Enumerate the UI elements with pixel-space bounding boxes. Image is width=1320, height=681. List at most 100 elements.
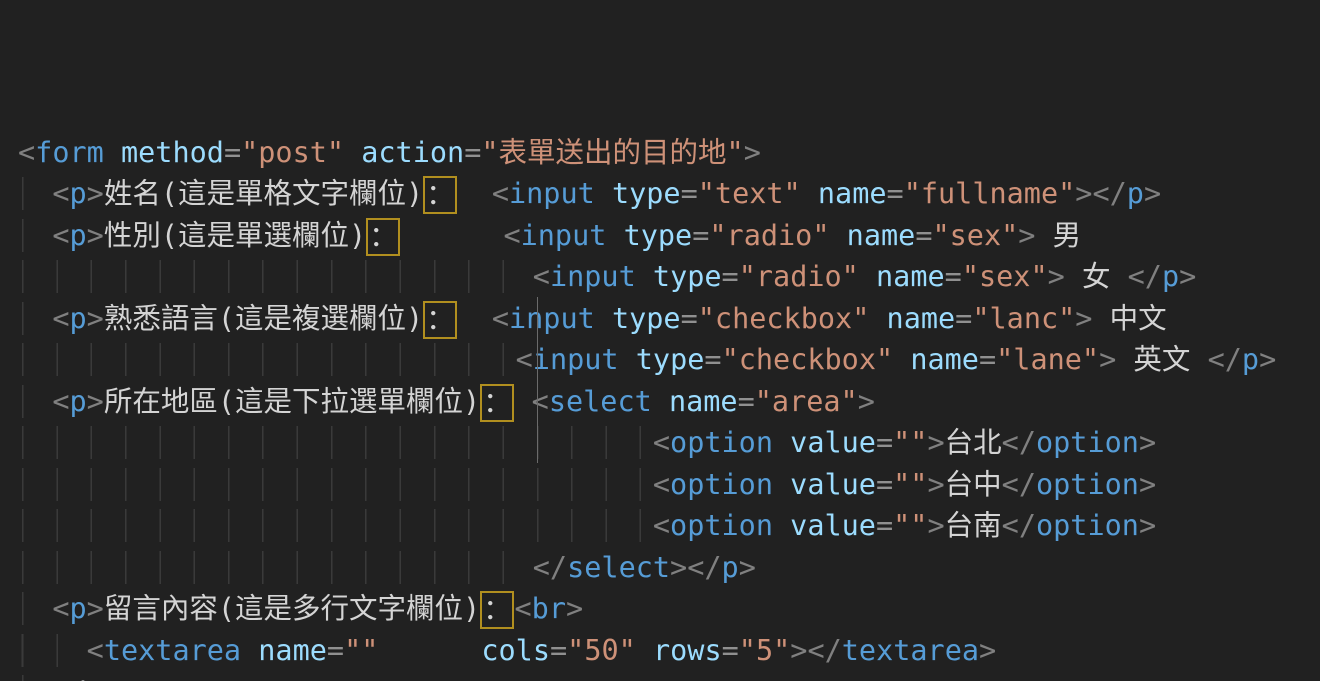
code-line-3[interactable]: <p>性別(這是單選欄位)： <input type="radio" name=… — [18, 215, 1320, 257]
code-token-punctuation: > — [1099, 343, 1116, 376]
code-token-punctuation: ></ — [1075, 177, 1126, 210]
leading-whitespace-indent-guides — [18, 219, 52, 252]
code-token-space — [773, 468, 790, 501]
code-token-punctuation: > — [1144, 177, 1161, 210]
code-token-attribute-name: name — [818, 177, 887, 210]
code-token-attribute-name: type — [624, 219, 693, 252]
code-token-equals: = — [464, 136, 481, 169]
code-line-5[interactable]: <p>熟悉語言(這是複選欄位)： <input type="checkbox" … — [18, 298, 1320, 340]
code-token-tag-name: p — [722, 551, 739, 584]
code-token-equals: = — [955, 302, 972, 335]
code-token-tag-name: option — [1036, 426, 1139, 459]
code-token-punctuation: </ — [1002, 468, 1036, 501]
code-token-space — [893, 343, 910, 376]
code-token-equals: = — [915, 219, 932, 252]
code-token-tag-name: form — [35, 136, 104, 169]
code-token-string: "" — [893, 468, 927, 501]
code-token-attribute-name: value — [790, 468, 876, 501]
leading-whitespace-indent-guides — [18, 302, 52, 335]
code-line-8[interactable]: <option value="">台北</option> — [18, 422, 1320, 464]
code-token-punctuation: </ — [1002, 426, 1036, 459]
code-token-punctuation: > — [1139, 509, 1156, 542]
code-token-text-content: 台北 — [945, 426, 1002, 459]
code-token-space — [606, 219, 623, 252]
code-line-6[interactable]: <input type="checkbox" name="lane"> 英文 <… — [18, 339, 1320, 381]
code-token-text-content: 熟悉語言(這是複選欄位) — [104, 302, 423, 335]
code-token-tag-name: option — [1036, 509, 1139, 542]
code-token-text-content: 英文 — [1116, 343, 1207, 376]
code-token-punctuation: > — [1048, 260, 1065, 293]
code-line-4[interactable]: <input type="radio" name="sex"> 女 </p> — [18, 256, 1320, 298]
code-token-punctuation: > — [858, 385, 875, 418]
unicode-highlight-box: ： — [480, 384, 514, 422]
code-editor[interactable]: <form method="post" action="表單送出的目的地"> <… — [0, 0, 1320, 681]
code-line-11[interactable]: </select></p> — [18, 547, 1320, 589]
code-token-tag-name: p — [70, 592, 87, 625]
leading-whitespace-indent-guides — [18, 509, 653, 542]
code-token-space — [241, 634, 258, 667]
code-lines-container: <form method="post" action="表單送出的目的地"> <… — [18, 132, 1320, 681]
code-token-space — [595, 302, 612, 335]
code-token-punctuation: > — [1075, 302, 1092, 335]
code-token-punctuation: > — [566, 592, 583, 625]
code-line-9[interactable]: <option value="">台中</option> — [18, 464, 1320, 506]
code-token-tag-name: option — [670, 509, 773, 542]
code-token-string: "lanc" — [972, 302, 1075, 335]
code-token-attribute-name: rows — [653, 634, 722, 667]
code-token-text-content: 男 — [1035, 219, 1081, 252]
code-line-7[interactable]: <p>所在地區(這是下拉選單欄位)： <select name="area"> — [18, 381, 1320, 423]
code-token-attribute-name: name — [887, 302, 956, 335]
code-token-string: "sex" — [962, 260, 1048, 293]
code-line-12[interactable]: <p>留言內容(這是多行文字欄位)：<br> — [18, 588, 1320, 630]
code-token-equals: = — [224, 136, 241, 169]
code-token-punctuation: </ — [1208, 343, 1242, 376]
leading-whitespace-indent-guides — [18, 426, 653, 459]
code-token-attribute-name: type — [612, 177, 681, 210]
code-token-tag-name: input — [509, 302, 595, 335]
code-token-punctuation: < — [653, 426, 670, 459]
code-token-text-content: 台南 — [945, 509, 1002, 542]
leading-whitespace-indent-guides — [18, 551, 533, 584]
code-token-attribute-name: value — [790, 426, 876, 459]
code-token-tag-name: input — [533, 343, 619, 376]
code-token-punctuation: < — [492, 302, 509, 335]
code-token-tag-name: p — [70, 302, 87, 335]
code-token-space — [869, 302, 886, 335]
code-token-space — [514, 385, 531, 418]
code-token-punctuation: > — [739, 551, 756, 584]
code-token-punctuation: < — [503, 219, 520, 252]
code-token-space — [773, 509, 790, 542]
code-token-punctuation: < — [514, 592, 531, 625]
code-token-string: "" — [893, 426, 927, 459]
code-token-string: "checkbox" — [698, 302, 870, 335]
code-token-tag-name: p — [87, 675, 104, 681]
code-token-tag-name: option — [670, 468, 773, 501]
code-token-punctuation: > — [1018, 219, 1035, 252]
code-token-punctuation: > — [744, 136, 761, 169]
code-token-tag-name: select — [549, 385, 652, 418]
code-token-text-content: 姓名(這是單格文字欄位) — [104, 177, 423, 210]
code-token-string: "lane" — [996, 343, 1099, 376]
code-token-attribute-name: name — [876, 260, 945, 293]
code-token-string: "area" — [755, 385, 858, 418]
code-line-1[interactable]: <form method="post" action="表單送出的目的地"> — [18, 132, 1320, 174]
code-token-equals: = — [722, 260, 739, 293]
code-token-space — [400, 219, 503, 252]
code-line-13[interactable]: <textarea name="" cols="50" rows="5"></t… — [18, 630, 1320, 672]
code-token-space — [378, 634, 481, 667]
code-token-equals: = — [876, 426, 893, 459]
code-line-2[interactable]: <p>姓名(這是單格文字欄位)： <input type="text" name… — [18, 173, 1320, 215]
code-token-equals: = — [550, 634, 567, 667]
code-token-attribute-name: method — [121, 136, 224, 169]
code-token-text-content: 所在地區(這是下拉選單欄位) — [104, 385, 480, 418]
code-token-tag-name: br — [532, 592, 566, 625]
code-token-text-content: 台中 — [945, 468, 1002, 501]
code-token-attribute-name: type — [612, 302, 681, 335]
code-line-10[interactable]: <option value="">台南</option> — [18, 505, 1320, 547]
code-token-tag-name: p — [1242, 343, 1259, 376]
code-token-punctuation: > — [87, 302, 104, 335]
unicode-highlight-box: ： — [423, 176, 457, 214]
code-line-14[interactable]: </p> — [18, 671, 1320, 681]
code-token-space — [773, 426, 790, 459]
code-token-equals: = — [692, 219, 709, 252]
